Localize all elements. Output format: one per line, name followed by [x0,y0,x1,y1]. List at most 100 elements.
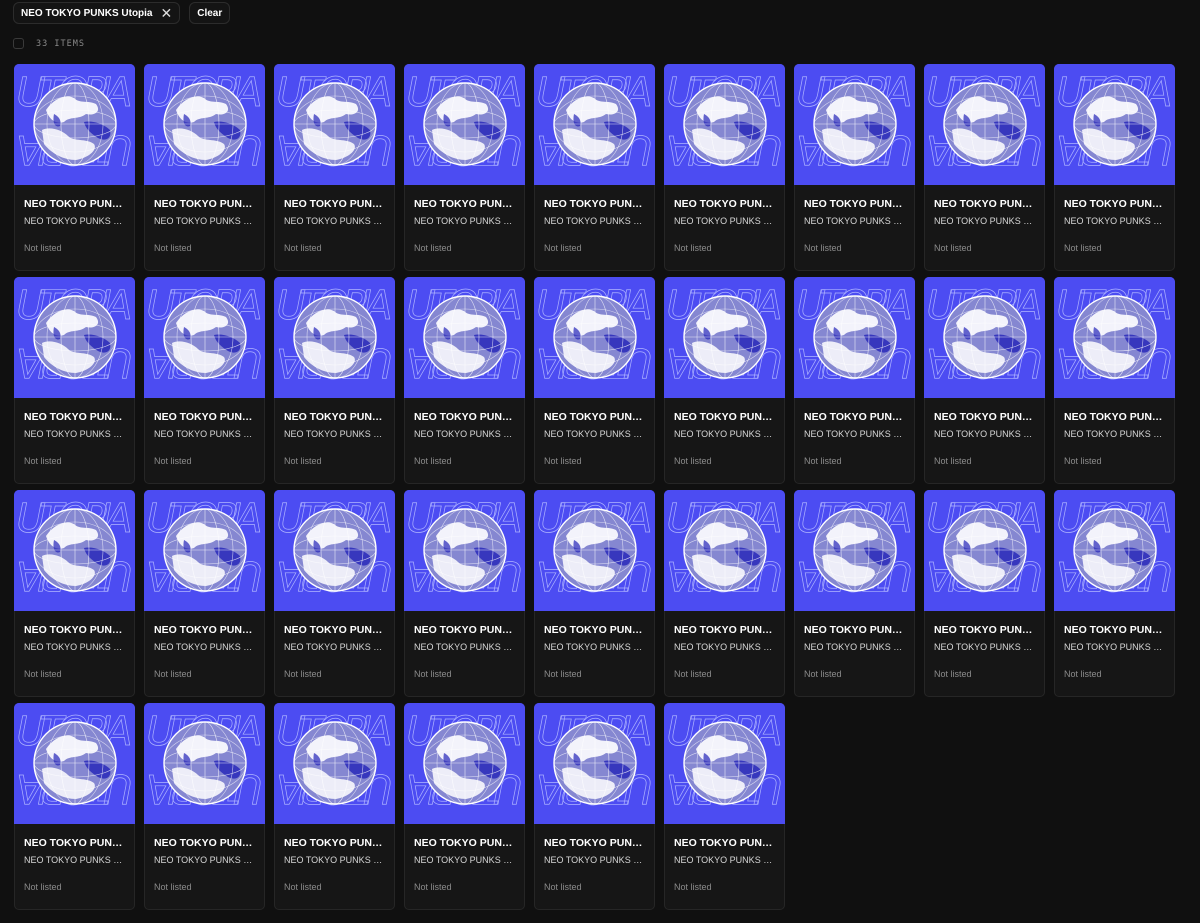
item-collection: NEO TOKYO PUNKS Utopia [544,429,648,439]
item-card-details: NEO TOKYO PUNKS Utopia NEO TOKYO PUNKS U… [274,185,395,271]
item-card[interactable]: UTOPIA UTOPIA NEO TOKYO PUNKS Utopia NEO [274,64,395,271]
item-title: NEO TOKYO PUNKS Utopia [154,837,258,849]
item-card[interactable]: UTOPIA UTOPIA NEO TOKYO PUNKS Utopia NEO [534,277,655,484]
item-title: NEO TOKYO PUNKS Utopia [804,411,908,423]
item-title: NEO TOKYO PUNKS Utopia [544,411,648,423]
item-artwork: UTOPIA UTOPIA [1054,490,1175,611]
item-card[interactable]: UTOPIA UTOPIA NEO TOKYO PUNKS Utopia NEO [534,703,655,910]
item-title: NEO TOKYO PUNKS Utopia [544,198,648,210]
item-card[interactable]: UTOPIA UTOPIA NEO TOKYO PUNKS Utopia NEO [274,703,395,910]
item-artwork: UTOPIA UTOPIA [14,64,135,185]
globe-graphic [683,295,767,379]
globe-graphic [943,82,1027,166]
item-card[interactable]: UTOPIA UTOPIA NEO TOKYO PUNKS Utopia NEO [144,703,265,910]
item-card[interactable]: UTOPIA UTOPIA NEO TOKYO PUNKS Utopia NEO [404,277,525,484]
close-icon[interactable]: ✕ [161,6,173,20]
globe-graphic [293,508,377,592]
globe-graphic [1073,82,1157,166]
item-card[interactable]: UTOPIA UTOPIA NEO TOKYO PUNKS Utopia NEO [144,490,265,697]
item-collection: NEO TOKYO PUNKS Utopia [934,642,1038,652]
item-card-details: NEO TOKYO PUNKS Utopia NEO TOKYO PUNKS U… [534,185,655,271]
item-collection: NEO TOKYO PUNKS Utopia [804,216,908,226]
listing-status: Not listed [284,669,322,679]
item-card[interactable]: UTOPIA UTOPIA NEO TOKYO PUNKS Utopia NEO [534,64,655,271]
item-title: NEO TOKYO PUNKS Utopia [414,411,518,423]
globe-graphic [683,508,767,592]
item-artwork: UTOPIA UTOPIA [794,64,915,185]
item-card[interactable]: UTOPIA UTOPIA NEO TOKYO PUNKS Utopia NEO [664,490,785,697]
item-card[interactable]: UTOPIA UTOPIA NEO TOKYO PUNKS Utopia NEO [794,277,915,484]
item-card-details: NEO TOKYO PUNKS Utopia NEO TOKYO PUNKS U… [664,611,785,697]
item-collection: NEO TOKYO PUNKS Utopia [24,855,128,865]
globe-graphic [33,721,117,805]
item-card[interactable]: UTOPIA UTOPIA NEO TOKYO PUNKS Utopia NEO [924,64,1045,271]
item-card[interactable]: UTOPIA UTOPIA NEO TOKYO PUNKS Utopia NEO [794,64,915,271]
item-title: NEO TOKYO PUNKS Utopia [414,624,518,636]
item-card[interactable]: UTOPIA UTOPIA NEO TOKYO PUNKS Utopia NEO [534,490,655,697]
item-card[interactable]: UTOPIA UTOPIA NEO TOKYO PUNKS Utopia NEO [404,703,525,910]
item-title: NEO TOKYO PUNKS Utopia [804,198,908,210]
item-title: NEO TOKYO PUNKS Utopia [1064,411,1168,423]
item-card[interactable]: UTOPIA UTOPIA NEO TOKYO PUNKS Utopia NEO [144,277,265,484]
item-card[interactable]: UTOPIA UTOPIA NEO TOKYO PUNKS Utopia NEO [924,277,1045,484]
item-artwork: UTOPIA UTOPIA [1054,277,1175,398]
listing-status: Not listed [544,243,582,253]
item-collection: NEO TOKYO PUNKS Utopia [544,216,648,226]
item-title: NEO TOKYO PUNKS Utopia [284,837,388,849]
item-card[interactable]: UTOPIA UTOPIA NEO TOKYO PUNKS Utopia NEO [404,490,525,697]
item-artwork: UTOPIA UTOPIA [534,64,655,185]
item-title: NEO TOKYO PUNKS Utopia [674,198,778,210]
item-card[interactable]: UTOPIA UTOPIA NEO TOKYO PUNKS Utopia NEO [274,490,395,697]
item-title: NEO TOKYO PUNKS Utopia [934,411,1038,423]
globe-graphic [553,508,637,592]
globe-graphic [683,82,767,166]
item-card[interactable]: UTOPIA UTOPIA NEO TOKYO PUNKS Utopia NEO [1054,64,1175,271]
item-artwork: UTOPIA UTOPIA [404,64,525,185]
globe-graphic [423,721,507,805]
globe-graphic [943,508,1027,592]
select-all-checkbox[interactable] [13,38,24,49]
item-card[interactable]: UTOPIA UTOPIA NEO TOKYO PUNKS Utopia NEO [14,64,135,271]
globe-graphic [813,82,897,166]
item-card[interactable]: UTOPIA UTOPIA NEO TOKYO PUNKS Utopia NEO [144,64,265,271]
item-card-details: NEO TOKYO PUNKS Utopia NEO TOKYO PUNKS U… [404,611,525,697]
item-card[interactable]: UTOPIA UTOPIA NEO TOKYO PUNKS Utopia NEO [1054,490,1175,697]
listing-status: Not listed [674,456,712,466]
item-collection: NEO TOKYO PUNKS Utopia [1064,216,1168,226]
item-title: NEO TOKYO PUNKS Utopia [934,624,1038,636]
item-card[interactable]: UTOPIA UTOPIA NEO TOKYO PUNKS Utopia NEO [664,703,785,910]
globe-graphic [33,508,117,592]
globe-graphic [1073,508,1157,592]
item-collection: NEO TOKYO PUNKS Utopia [414,855,518,865]
item-card[interactable]: UTOPIA UTOPIA NEO TOKYO PUNKS Utopia NEO [664,277,785,484]
item-title: NEO TOKYO PUNKS Utopia [24,411,128,423]
item-artwork: UTOPIA UTOPIA [534,703,655,824]
item-artwork: UTOPIA UTOPIA [14,277,135,398]
item-collection: NEO TOKYO PUNKS Utopia [284,429,388,439]
item-artwork: UTOPIA UTOPIA [144,64,265,185]
item-artwork: UTOPIA UTOPIA [144,490,265,611]
collection-filter-chip[interactable]: NEO TOKYO PUNKS Utopia ✕ [13,2,181,24]
item-card[interactable]: UTOPIA UTOPIA NEO TOKYO PUNKS Utopia NEO [404,64,525,271]
item-card[interactable]: UTOPIA UTOPIA NEO TOKYO PUNKS Utopia NEO [664,64,785,271]
clear-filters-button[interactable]: Clear [189,2,231,24]
item-card[interactable]: UTOPIA UTOPIA NEO TOKYO PUNKS Utopia NEO [274,277,395,484]
item-card[interactable]: UTOPIA UTOPIA NEO TOKYO PUNKS Utopia NEO [14,703,135,910]
listing-status: Not listed [414,882,452,892]
item-title: NEO TOKYO PUNKS Utopia [414,198,518,210]
listing-status: Not listed [544,882,582,892]
item-card[interactable]: UTOPIA UTOPIA NEO TOKYO PUNKS Utopia NEO [14,277,135,484]
item-artwork: UTOPIA UTOPIA [14,490,135,611]
item-card[interactable]: UTOPIA UTOPIA NEO TOKYO PUNKS Utopia NEO [1054,277,1175,484]
item-card-details: NEO TOKYO PUNKS Utopia NEO TOKYO PUNKS U… [274,611,395,697]
globe-graphic [813,508,897,592]
globe-graphic [423,82,507,166]
globe-graphic [293,721,377,805]
item-artwork: UTOPIA UTOPIA [14,703,135,824]
item-card[interactable]: UTOPIA UTOPIA NEO TOKYO PUNKS Utopia NEO [14,490,135,697]
filter-chip-label: NEO TOKYO PUNKS Utopia [21,7,153,19]
listing-status: Not listed [674,243,712,253]
item-artwork: UTOPIA UTOPIA [664,490,785,611]
item-card[interactable]: UTOPIA UTOPIA NEO TOKYO PUNKS Utopia NEO [924,490,1045,697]
item-card[interactable]: UTOPIA UTOPIA NEO TOKYO PUNKS Utopia NEO [794,490,915,697]
